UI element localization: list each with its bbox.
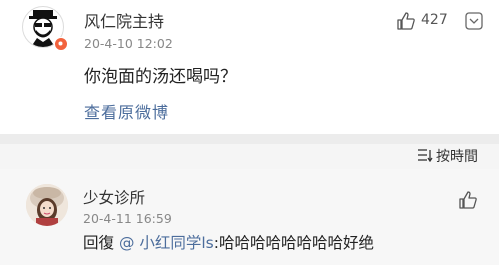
section-divider bbox=[0, 134, 499, 144]
reply-body: :哈哈哈哈哈哈哈哈好绝 bbox=[213, 234, 374, 252]
reply-username[interactable]: 少女诊所 bbox=[83, 186, 145, 208]
reply-prefix: 回復 bbox=[83, 234, 115, 252]
sort-by-time-button[interactable]: 按時間 bbox=[436, 146, 478, 166]
mention-link[interactable]: @ 小红同学ls bbox=[119, 234, 214, 252]
reply-thumbs-up-icon[interactable] bbox=[458, 190, 478, 210]
comment-text: 你泡面的汤还喝吗？ bbox=[84, 67, 237, 87]
more-options-icon[interactable] bbox=[465, 12, 483, 30]
avatar-girl-icon bbox=[26, 184, 68, 226]
reply-avatar[interactable] bbox=[26, 184, 68, 226]
sort-icon[interactable] bbox=[417, 148, 433, 162]
reply-text: 回復 @ 小红同学ls:哈哈哈哈哈哈哈哈好绝 bbox=[83, 231, 374, 253]
comment-username[interactable]: 风仁院主持 bbox=[84, 8, 164, 32]
thumbs-up-icon[interactable] bbox=[396, 11, 416, 31]
reply-timestamp: 20-4-11 16:59 bbox=[83, 211, 172, 226]
like-count: 427 bbox=[421, 12, 448, 28]
view-original-link[interactable]: 查看原微博 bbox=[84, 99, 169, 123]
verified-badge-icon bbox=[54, 37, 68, 51]
comment-timestamp: 20-4-10 12:02 bbox=[84, 36, 173, 51]
